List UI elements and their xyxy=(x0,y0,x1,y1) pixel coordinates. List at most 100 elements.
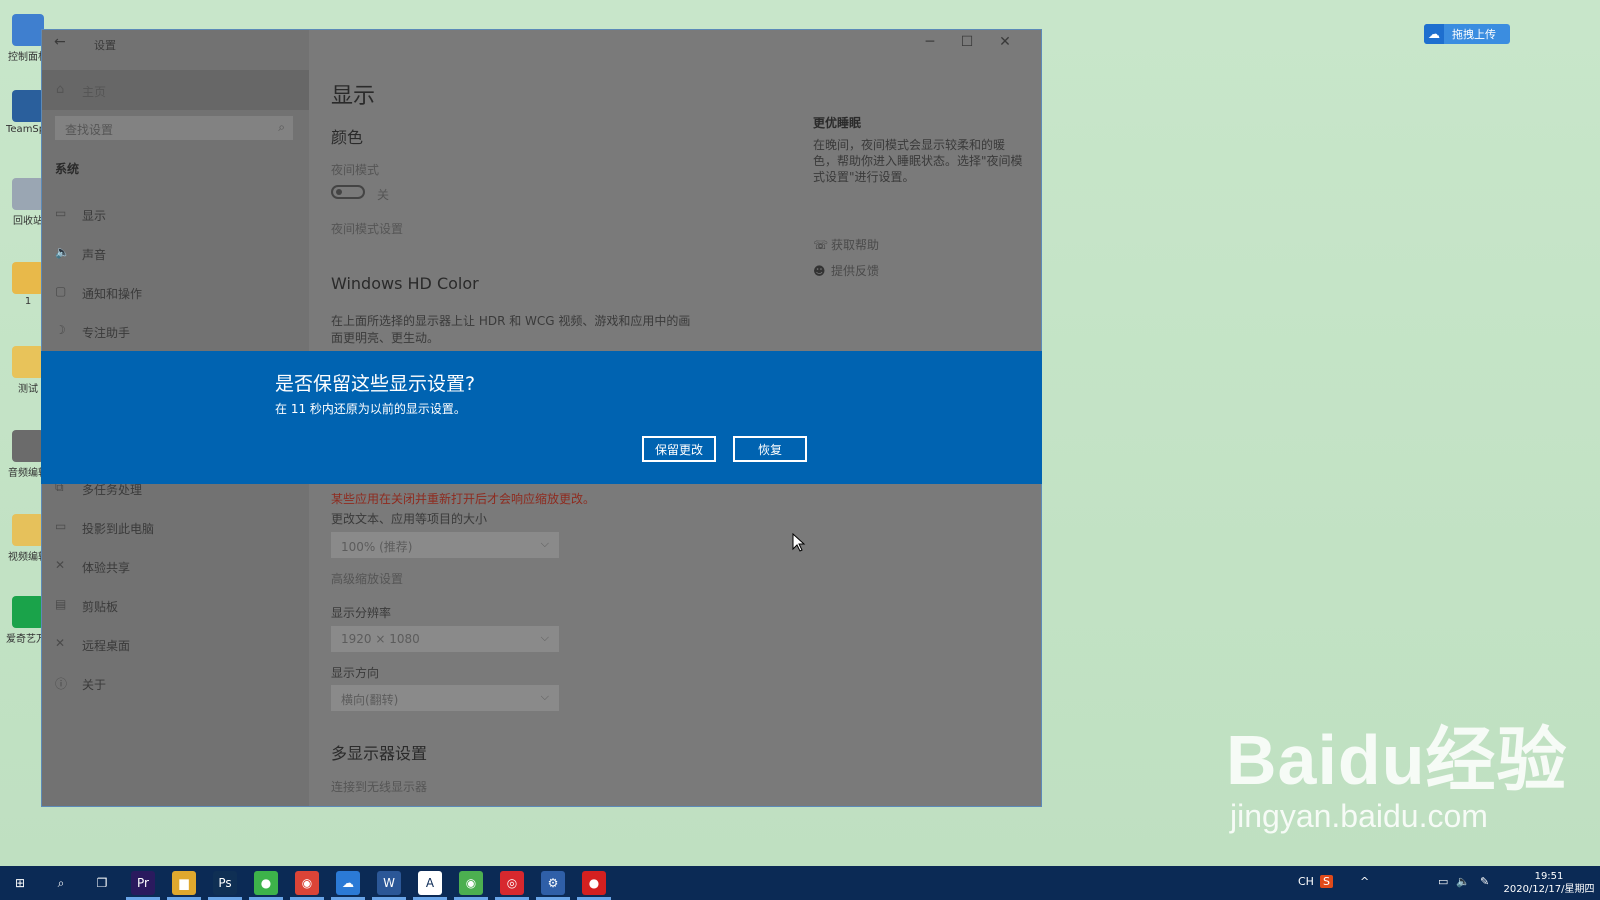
get-help-label: 获取帮助 xyxy=(831,238,880,252)
resolution-dropdown[interactable]: 1920 × 1080 ⌵ xyxy=(331,626,559,652)
toggle-knob xyxy=(336,189,342,195)
sidebar-item-icon: ✕ xyxy=(55,558,66,572)
desktop-icon-image xyxy=(12,90,44,122)
sidebar-item-icon: ▭ xyxy=(55,206,67,220)
drag-upload-label: 拖拽上传 xyxy=(1452,28,1496,41)
hdr-heading: Windows HD Color xyxy=(331,274,479,293)
taskbar-app-a-icon[interactable]: A xyxy=(418,871,442,895)
taskbar-explorer-icon[interactable]: ▆ xyxy=(172,871,196,895)
input-language-indicator[interactable]: CH xyxy=(1298,875,1314,888)
tray-expand-icon[interactable]: ^ xyxy=(1360,875,1369,888)
orientation-label: 显示方向 xyxy=(331,666,380,680)
sogou-ime-icon[interactable]: S xyxy=(1320,875,1333,888)
scale-value: 100% (推荐) xyxy=(341,540,413,554)
resolution-label: 显示分辨率 xyxy=(331,606,392,620)
sidebar-item[interactable]: ▤ 剪贴板 xyxy=(42,589,309,623)
sidebar-item-icon: ⓘ xyxy=(55,677,68,691)
search-settings-input[interactable]: 查找设置 ⌕ xyxy=(55,116,293,140)
taskbar-baidu-netdisk-icon[interactable]: ☁ xyxy=(336,871,360,895)
sidebar-item-icon: ▭ xyxy=(55,519,67,533)
scale-label: 更改文本、应用等项目的大小 xyxy=(331,512,488,526)
taskbar-search-icon[interactable]: ⌕ xyxy=(49,871,73,895)
taskbar-wechat-icon[interactable]: ● xyxy=(254,871,278,895)
desktop-icon-image xyxy=(12,596,44,628)
night-mode-toggle[interactable] xyxy=(331,185,365,199)
advanced-scale-link[interactable]: 高级缩放设置 xyxy=(331,570,403,587)
night-mode-label: 夜间模式 xyxy=(331,163,380,177)
night-mode-settings-link[interactable]: 夜间模式设置 xyxy=(331,220,403,237)
mouse-cursor xyxy=(792,533,806,552)
desktop-icon-image xyxy=(12,262,44,294)
home-icon: ⌂ xyxy=(56,82,65,97)
sidebar-item-label: 声音 xyxy=(82,248,107,262)
sidebar-item-label: 显示 xyxy=(82,209,107,223)
home-label: 主页 xyxy=(82,85,107,99)
taskbar-photoshop-icon[interactable]: Ps xyxy=(213,871,237,895)
taskbar-premiere-icon[interactable]: Pr xyxy=(131,871,155,895)
sidebar-item[interactable]: ▭ 显示 xyxy=(42,198,309,232)
resolution-value: 1920 × 1080 xyxy=(341,632,420,646)
keep-changes-button[interactable]: 保留更改 xyxy=(642,436,716,462)
sidebar-item[interactable]: ✕ 远程桌面 xyxy=(42,628,309,662)
taskbar-recorder-icon[interactable]: ● xyxy=(582,871,606,895)
sidebar-item[interactable]: ▭ 投影到此电脑 xyxy=(42,511,309,545)
connect-wireless-link[interactable]: 连接到无线显示器 xyxy=(331,778,427,795)
page-title: 显示 xyxy=(331,84,376,109)
sidebar-item-label: 远程桌面 xyxy=(82,639,131,653)
taskbar-netease-music-icon[interactable]: ◎ xyxy=(500,871,524,895)
get-help-link[interactable]: ☏ 获取帮助 xyxy=(813,236,879,253)
desktop-icon-image xyxy=(12,430,44,462)
multi-display-heading: 多显示器设置 xyxy=(331,744,428,763)
scale-dropdown[interactable]: 100% (推荐) ⌵ xyxy=(331,532,559,558)
sidebar-item[interactable]: ☽ 专注助手 xyxy=(42,315,309,349)
taskbar-task-view-icon[interactable]: ❐ xyxy=(90,871,114,895)
volume-icon[interactable]: 🔈 xyxy=(1456,875,1470,888)
revert-button[interactable]: 恢复 xyxy=(733,436,807,462)
scale-warning: 某些应用在关闭并重新打开后才会响应缩放更改。 xyxy=(331,492,596,506)
hdr-desc-line1: 在上面所选择的显示器上让 HDR 和 WCG 视频、游戏和应用中的画 xyxy=(331,314,691,328)
desktop-icon-image xyxy=(12,178,44,210)
night-mode-state: 关 xyxy=(377,188,390,202)
sidebar-item[interactable]: ✕ 体验共享 xyxy=(42,550,309,584)
sidebar-item-home[interactable]: ⌂ 主页 xyxy=(42,70,309,110)
color-heading: 颜色 xyxy=(331,128,364,147)
feedback-label: 提供反馈 xyxy=(831,264,880,278)
sidebar-item-label: 剪贴板 xyxy=(82,600,119,614)
dialog-title: 是否保留这些显示设置? xyxy=(275,373,476,395)
search-placeholder: 查找设置 xyxy=(65,123,114,137)
dialog-subtitle: 在 11 秒内还原为以前的显示设置。 xyxy=(275,402,466,416)
orientation-value: 横向(翻转) xyxy=(341,693,399,707)
taskbar-browser-icon[interactable]: ◉ xyxy=(459,871,483,895)
drag-upload-button[interactable]: ☁ 拖拽上传 xyxy=(1424,24,1510,44)
better-sleep-body: 在晚间，夜间模式会显示较柔和的暖色，帮助你进入睡眠状态。选择"夜间模式设置"进行… xyxy=(813,138,1023,184)
sidebar-item-label: 体验共享 xyxy=(82,561,131,575)
sidebar-item-icon: 🔈 xyxy=(55,245,70,259)
desktop-icon-image xyxy=(12,346,44,378)
taskbar-chrome-icon[interactable]: ◉ xyxy=(295,871,319,895)
watermark-sub: jingyan.baidu.com xyxy=(1230,798,1488,834)
feedback-link[interactable]: ☻ 提供反馈 xyxy=(813,262,879,279)
orientation-dropdown[interactable]: 横向(翻转) ⌵ xyxy=(331,685,559,711)
feedback-icon: ☻ xyxy=(813,264,826,278)
sidebar-item-icon: ✕ xyxy=(55,636,66,650)
sidebar-item-icon: ☽ xyxy=(55,323,66,337)
taskbar-word-icon[interactable]: W xyxy=(377,871,401,895)
chevron-down-icon: ⌵ xyxy=(540,631,549,644)
clock-time: 19:51 xyxy=(1534,871,1564,882)
chevron-down-icon: ⌵ xyxy=(540,690,549,703)
back-arrow-icon[interactable]: ← xyxy=(54,34,66,50)
taskbar-settings-icon[interactable]: ⚙ xyxy=(541,871,565,895)
cloud-icon: ☁ xyxy=(1424,24,1444,44)
taskbar-start-icon[interactable]: ⊞ xyxy=(8,871,32,895)
sidebar-item[interactable]: ▢ 通知和操作 xyxy=(42,276,309,310)
pen-icon[interactable]: ✎ xyxy=(1480,875,1489,888)
sidebar-item[interactable]: ⓘ 关于 xyxy=(42,667,309,701)
chevron-down-icon: ⌵ xyxy=(540,537,549,550)
sidebar-item-label: 专注助手 xyxy=(82,326,131,340)
better-sleep-title: 更优睡眠 xyxy=(813,116,862,130)
baidu-watermark: Baidu经验 jingyan.baidu.com xyxy=(1226,722,1567,834)
sidebar-item[interactable]: 🔈 声音 xyxy=(42,237,309,271)
network-icon[interactable]: ▭ xyxy=(1438,875,1448,888)
hdr-desc-line2: 面更明亮、更生动。 xyxy=(331,331,440,345)
clock[interactable]: 19:51 2020/12/17/星期四 xyxy=(1500,870,1598,896)
